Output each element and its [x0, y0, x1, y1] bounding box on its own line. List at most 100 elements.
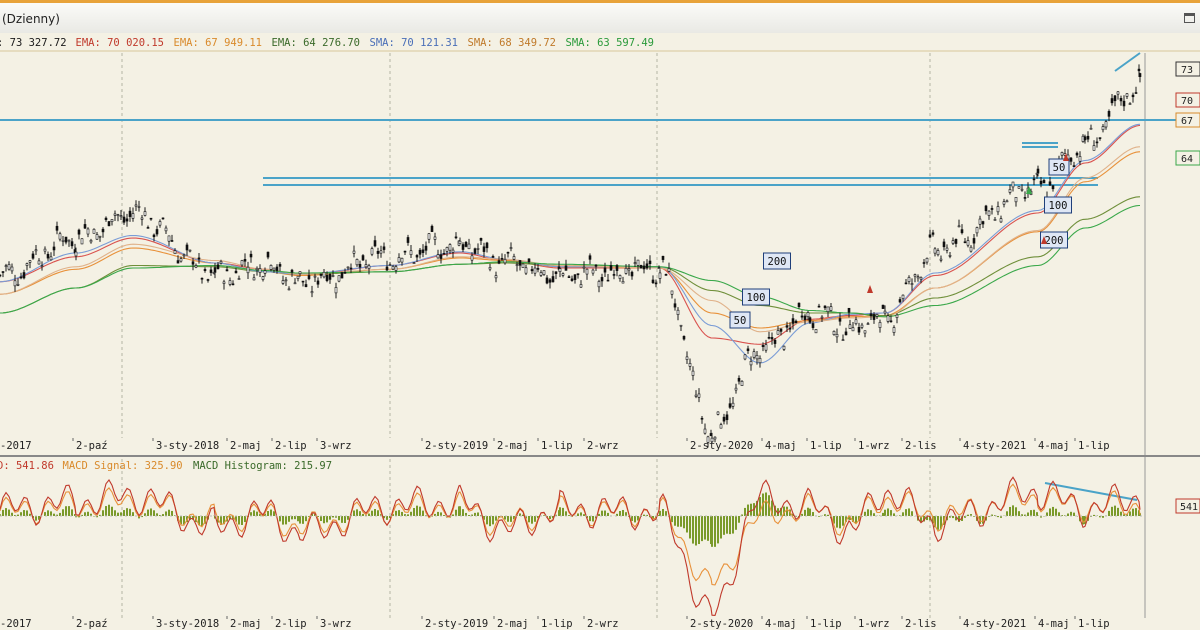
- candle-body: [713, 436, 717, 440]
- candle-body: [379, 250, 383, 254]
- x-tick-label: 2-wrz: [587, 440, 619, 452]
- candle-body: [987, 210, 991, 216]
- candle-body: [767, 336, 771, 339]
- candle-body: [803, 315, 807, 321]
- x-tick-label: 4-maj: [1038, 440, 1070, 452]
- candle-body: [869, 313, 873, 317]
- candle-body: [467, 243, 471, 250]
- candle-body: [31, 253, 35, 259]
- candle-body: [461, 244, 465, 250]
- x-tick-label: 3-wrz: [320, 618, 352, 630]
- x-tick-label: 1-lip: [1078, 618, 1110, 630]
- x-tick-label: -2017: [0, 440, 32, 452]
- candle-body: [89, 239, 93, 243]
- candle-body: [576, 273, 580, 276]
- candle-body: [648, 260, 652, 265]
- candle-body: [936, 250, 940, 256]
- candle-body: [591, 269, 595, 274]
- candle-body: [140, 217, 144, 220]
- candle-body: [978, 218, 982, 225]
- legend-item: SMA: 70 121.31: [370, 37, 459, 49]
- candle-body: [933, 248, 937, 254]
- candle-body: [658, 272, 662, 279]
- candle-body: [337, 275, 341, 282]
- candle-body: [679, 324, 683, 327]
- candle-body: [536, 268, 540, 270]
- candle-body: [725, 414, 729, 421]
- candle-body: [95, 234, 99, 240]
- candle-body: [618, 275, 622, 279]
- candle-body: [304, 284, 308, 288]
- candle-body: [954, 238, 958, 244]
- candle-body: [28, 260, 32, 263]
- candle-body: [639, 265, 643, 269]
- candle-body: [1008, 189, 1012, 193]
- candle-body: [700, 417, 704, 420]
- candle-body: [313, 275, 317, 278]
- candle-body: [74, 251, 78, 257]
- candle-body: [86, 228, 90, 235]
- candle-body: [996, 206, 1000, 213]
- chart-window: (Dzienny) : 73 327.72 EMA: 70 020.15 EMA: …: [0, 0, 1200, 630]
- candle-body: [170, 240, 174, 242]
- candle-body: [191, 261, 195, 265]
- candle-body: [691, 370, 695, 376]
- candle-body: [823, 305, 827, 309]
- candle-body: [990, 208, 994, 210]
- title-bar[interactable]: (Dzienny): [0, 3, 1200, 34]
- ma-badge-label: 50: [1053, 162, 1066, 174]
- candle-body: [1104, 121, 1108, 128]
- candle-body: [898, 299, 902, 303]
- candle-body: [779, 328, 783, 332]
- candle-body: [298, 271, 302, 274]
- candle-body: [134, 204, 138, 207]
- x-tick-label: 2-paź: [76, 618, 108, 630]
- candle-body: [225, 269, 229, 272]
- candle-body: [594, 264, 598, 267]
- ma-badge-label: 200: [1045, 235, 1064, 247]
- maximize-icon[interactable]: [1184, 13, 1195, 23]
- candle-body: [485, 242, 489, 249]
- candle-body: [1098, 137, 1102, 139]
- candle-body: [654, 282, 658, 285]
- candle-body: [219, 261, 223, 264]
- candle-body: [785, 325, 789, 328]
- candle-body: [67, 239, 71, 242]
- candle-body: [545, 277, 549, 284]
- candle-body: [391, 266, 395, 270]
- ma-badge-label: 100: [747, 292, 766, 304]
- candle-body: [794, 320, 798, 324]
- candle-body: [122, 216, 126, 223]
- candle-body: [942, 241, 946, 248]
- candle-body: [152, 234, 156, 238]
- candle-body: [203, 269, 207, 271]
- candle-body: [16, 284, 20, 286]
- candle-body: [61, 239, 65, 242]
- candle-body: [1023, 197, 1027, 199]
- candle-body: [889, 320, 893, 323]
- candle-body: [433, 236, 437, 240]
- x-tick-label: 2-lip: [275, 440, 307, 452]
- candle-body: [875, 314, 879, 317]
- candle-body: [58, 233, 62, 240]
- candle-body: [272, 267, 276, 271]
- candle-body: [758, 358, 762, 364]
- candle-body: [167, 235, 171, 242]
- candle-body: [931, 232, 935, 235]
- candle-body: [512, 256, 516, 260]
- candle-body: [719, 424, 723, 429]
- candle-body: [731, 402, 735, 407]
- candle-body: [293, 282, 297, 285]
- candle-body: [981, 221, 985, 225]
- candle-body: [197, 257, 201, 260]
- x-tick-label: 2-lis: [905, 440, 937, 452]
- candle-body: [703, 428, 707, 434]
- candle-body: [1032, 178, 1036, 181]
- candle-body: [1042, 180, 1046, 184]
- candle-body: [579, 284, 583, 288]
- candle-body: [343, 272, 347, 274]
- candle-body: [415, 255, 419, 258]
- candle-body: [370, 248, 374, 255]
- x-tick-label: 3-sty-2018: [156, 618, 219, 630]
- x-tick-label: 2-sty-2019: [425, 618, 488, 630]
